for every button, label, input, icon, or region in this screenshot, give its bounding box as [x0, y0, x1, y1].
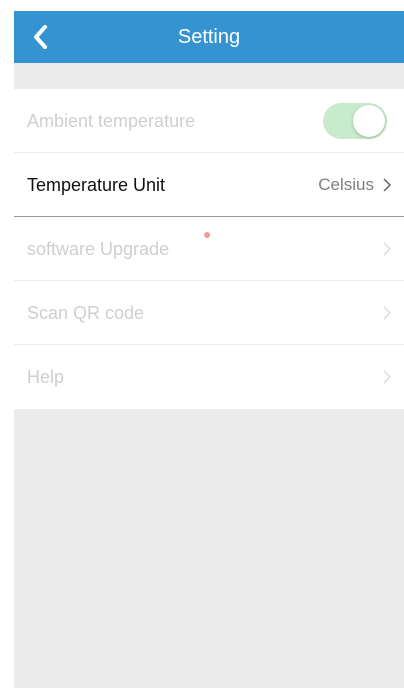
setting-row-scan-qr-code[interactable]: Scan QR code: [14, 281, 404, 345]
setting-label: Scan QR code: [27, 303, 145, 323]
settings-list: Ambient temperature Temperature Unit Cel…: [14, 89, 404, 409]
setting-row-temperature-unit[interactable]: Temperature Unit Celsius: [14, 153, 404, 217]
chevron-right-icon: [382, 178, 392, 192]
notification-dot: [204, 232, 210, 238]
page-title: Setting: [177, 26, 241, 48]
settings-screen: Setting Ambient temperature Temperature …: [14, 11, 404, 688]
toggle-knob: [353, 105, 385, 137]
setting-label: Help: [27, 367, 65, 387]
chevron-right-icon: [382, 370, 392, 384]
setting-row-ambient-temperature: Ambient temperature: [14, 89, 404, 153]
setting-label: Ambient temperature: [27, 111, 196, 131]
ambient-temperature-toggle[interactable]: [323, 103, 387, 139]
setting-row-software-upgrade[interactable]: software Upgrade: [14, 217, 404, 281]
setting-value: Celsius: [318, 175, 374, 194]
chevron-left-icon: [24, 19, 60, 55]
setting-row-help[interactable]: Help: [14, 345, 404, 409]
back-button[interactable]: [24, 19, 60, 55]
setting-label: Temperature Unit: [27, 175, 166, 195]
nav-bar: Setting: [14, 11, 404, 63]
chevron-right-icon: [382, 242, 392, 256]
setting-label: software Upgrade: [27, 239, 170, 259]
chevron-right-icon: [382, 306, 392, 320]
